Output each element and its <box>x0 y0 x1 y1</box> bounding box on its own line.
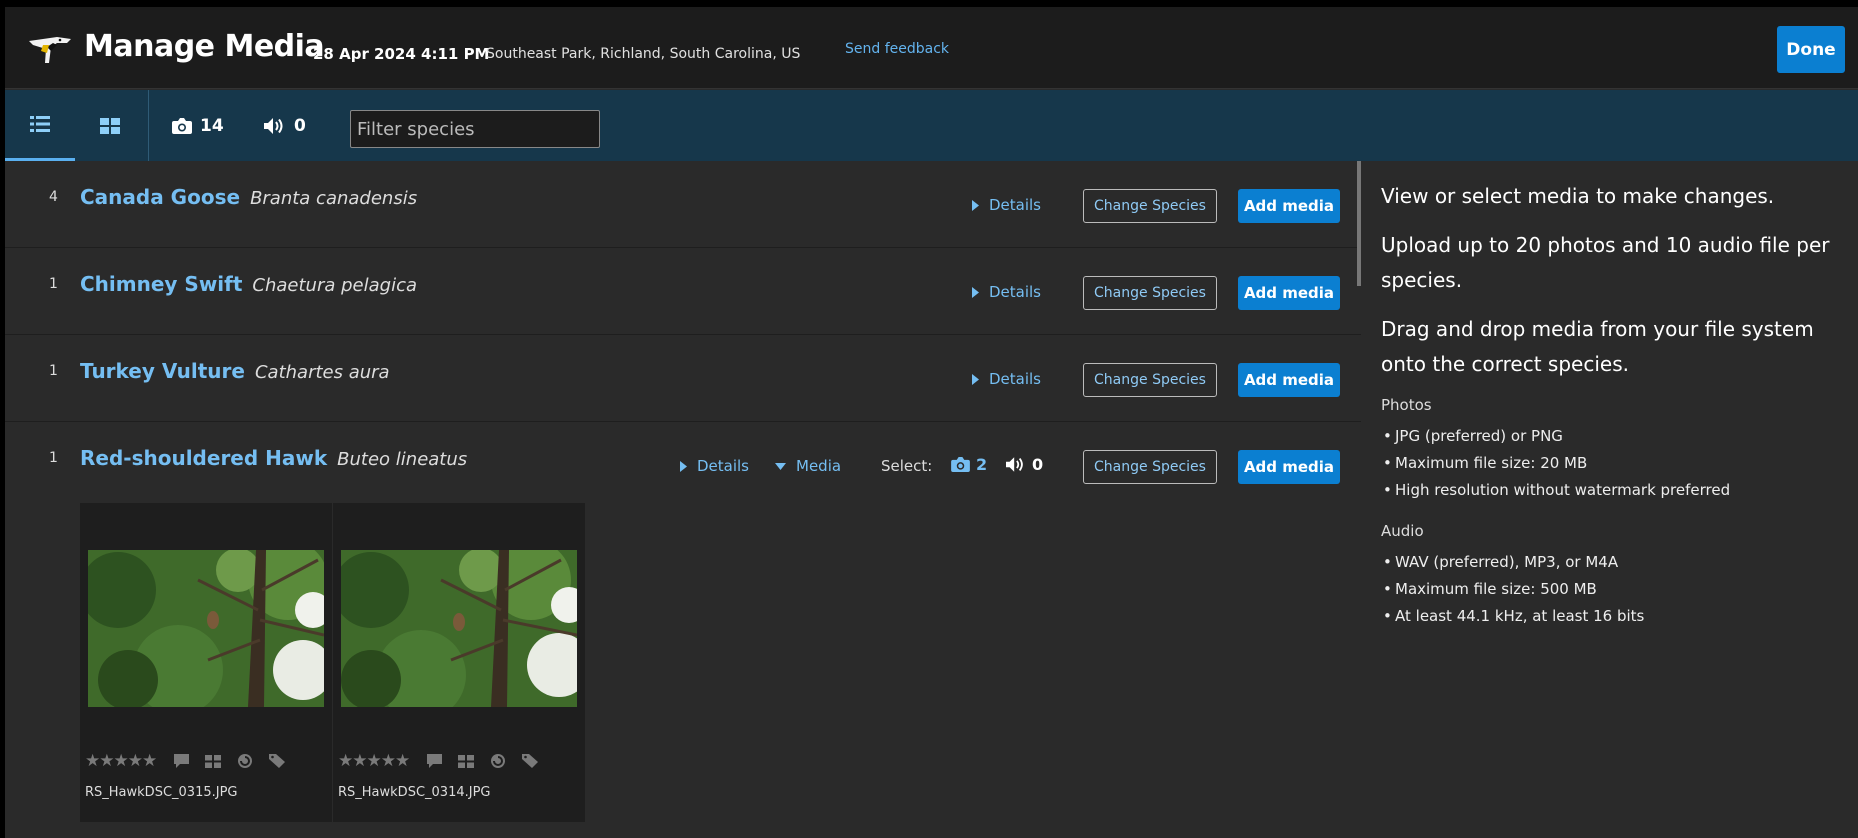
species-scientific-name: Branta canadensis <box>250 188 418 209</box>
photos-heading: Photos <box>1381 396 1432 414</box>
grid-icon[interactable] <box>458 754 475 768</box>
grid-view-icon <box>100 117 120 134</box>
list-item: At least 44.1 kHz, at least 16 bits <box>1381 603 1838 630</box>
comment-icon[interactable] <box>174 754 190 768</box>
rotate-icon[interactable] <box>490 753 506 769</box>
list-item: WAV (preferred), MP3, or M4A <box>1381 549 1838 576</box>
species-row: 1 Chimney Swift Chaetura pelagica Details… <box>5 248 1361 335</box>
list-item: High resolution without watermark prefer… <box>1381 477 1838 504</box>
species-scientific-name: Buteo lineatus <box>337 449 468 470</box>
species-count: 1 <box>49 363 58 379</box>
select-label: Select: <box>881 457 933 475</box>
list-view-icon <box>30 116 50 132</box>
media-card[interactable]: ★★★★★ RS_HawkDSC_0315.JPG <box>80 503 332 822</box>
details-toggle[interactable]: Details <box>680 457 749 475</box>
add-media-button[interactable]: Add media <box>1238 450 1340 484</box>
toolbar-divider <box>148 90 149 161</box>
comment-icon[interactable] <box>427 754 443 768</box>
send-feedback-link[interactable]: Send feedback <box>845 41 949 57</box>
audio-requirements: WAV (preferred), MP3, or M4A Maximum fil… <box>1381 549 1838 630</box>
panel-upload-limits: Upload up to 20 photos and 10 audio file… <box>1381 233 1830 292</box>
photo-thumbnail[interactable] <box>341 550 577 707</box>
media-card[interactable]: ★★★★★ RS_HawkDSC_0314.JPG <box>333 503 585 822</box>
species-common-name[interactable]: Chimney Swift Chaetura pelagica <box>80 272 417 296</box>
species-count: 4 <box>49 189 58 205</box>
species-count: 1 <box>49 276 58 292</box>
audio-count[interactable]: 0 <box>264 116 306 136</box>
species-common-name[interactable]: Canada Goose Branta canadensis <box>80 185 417 209</box>
audio-count-value: 0 <box>294 116 306 136</box>
tag-icon[interactable] <box>269 754 286 768</box>
ebird-logo-icon <box>29 37 71 63</box>
header: Manage Media 28 Apr 2024 4:11 PM Southea… <box>5 7 1858 89</box>
rating-stars[interactable]: ★★★★★ <box>85 751 157 771</box>
species-common-name[interactable]: Turkey Vulture Cathartes aura <box>80 359 390 383</box>
manage-media-app: Manage Media 28 Apr 2024 4:11 PM Southea… <box>5 7 1858 838</box>
species-common-name[interactable]: Red-shouldered Hawk Buteo lineatus <box>80 446 467 470</box>
info-panel: View or select media to make changes. Up… <box>1361 161 1858 838</box>
change-species-button[interactable]: Change Species <box>1083 363 1217 397</box>
checklist-date: 28 Apr 2024 4:11 PM <box>313 45 490 63</box>
caret-down-icon <box>775 462 786 470</box>
details-toggle[interactable]: Details <box>972 370 1041 388</box>
media-actions: ★★★★★ <box>85 751 330 771</box>
grid-view-button[interactable] <box>75 90 145 161</box>
species-row: 1 Turkey Vulture Cathartes aura Details C… <box>5 335 1361 422</box>
camera-icon <box>951 457 970 472</box>
tag-icon[interactable] <box>522 754 539 768</box>
media-toggle[interactable]: Media <box>775 457 841 475</box>
species-row: 4 Canada Goose Branta canadensis Details … <box>5 161 1361 248</box>
panel-intro: View or select media to make changes. <box>1381 184 1775 208</box>
done-button[interactable]: Done <box>1777 26 1845 73</box>
caret-right-icon <box>680 460 687 472</box>
grid-icon[interactable] <box>205 754 222 768</box>
add-media-button[interactable]: Add media <box>1238 189 1340 223</box>
change-species-button[interactable]: Change Species <box>1083 189 1217 223</box>
media-filename: RS_HawkDSC_0314.JPG <box>338 785 491 800</box>
tree-photo-icon <box>88 550 324 707</box>
media-actions: ★★★★★ <box>338 751 583 771</box>
panel-drag-drop: Drag and drop media from your file syste… <box>1381 317 1814 376</box>
photo-count[interactable]: 14 <box>172 116 224 136</box>
caret-right-icon <box>972 373 979 385</box>
checklist-location: Southeast Park, Richland, South Carolina… <box>486 46 801 62</box>
camera-icon <box>172 118 192 134</box>
list-item: Maximum file size: 20 MB <box>1381 450 1838 477</box>
photo-count-value: 14 <box>200 116 224 136</box>
select-photos-button[interactable]: 2 <box>951 455 987 474</box>
list-item: Maximum file size: 500 MB <box>1381 576 1838 603</box>
list-view-button[interactable] <box>5 90 75 161</box>
tree-photo-icon <box>341 550 577 707</box>
audio-heading: Audio <box>1381 522 1424 540</box>
species-count: 1 <box>49 450 58 466</box>
change-species-button[interactable]: Change Species <box>1083 450 1217 484</box>
change-species-button[interactable]: Change Species <box>1083 276 1217 310</box>
filter-species-input[interactable] <box>350 110 600 148</box>
photos-requirements: JPG (preferred) or PNG Maximum file size… <box>1381 423 1838 504</box>
media-filename: RS_HawkDSC_0315.JPG <box>85 785 238 800</box>
page-title: Manage Media <box>84 29 325 64</box>
select-audio-button[interactable]: 0 <box>1006 455 1043 474</box>
speaker-icon <box>1006 457 1023 472</box>
photo-thumbnail[interactable] <box>88 550 324 707</box>
caret-right-icon <box>972 199 979 211</box>
add-media-button[interactable]: Add media <box>1238 363 1340 397</box>
speaker-icon <box>264 118 283 134</box>
list-item: JPG (preferred) or PNG <box>1381 423 1838 450</box>
caret-right-icon <box>972 286 979 298</box>
rating-stars[interactable]: ★★★★★ <box>338 751 410 771</box>
species-scientific-name: Chaetura pelagica <box>252 275 418 296</box>
species-scientific-name: Cathartes aura <box>254 362 390 383</box>
add-media-button[interactable]: Add media <box>1238 276 1340 310</box>
details-toggle[interactable]: Details <box>972 283 1041 301</box>
toolbar: 14 0 <box>5 90 1858 161</box>
details-toggle[interactable]: Details <box>972 196 1041 214</box>
rotate-icon[interactable] <box>237 753 253 769</box>
